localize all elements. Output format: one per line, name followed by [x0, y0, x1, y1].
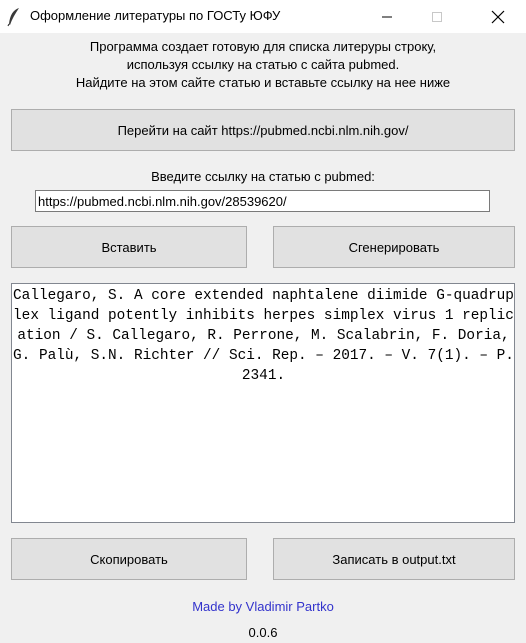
version-label: 0.0.6 [248, 625, 278, 640]
feather-icon [7, 8, 19, 27]
description-line: Программа создает готовую для списка лит… [89, 39, 437, 54]
description-line: Найдите на этом сайте статью и вставьте … [75, 75, 451, 90]
program-description: Программа создает готовую для списка лит… [0, 38, 526, 92]
author-credit: Made by Vladimir Partko [192, 599, 334, 614]
description-line: используя ссылку на статью с сайта pubme… [126, 57, 400, 72]
citation-text: Callegaro, S. A core extended naphtalene… [13, 288, 514, 384]
open-pubmed-button[interactable]: Перейти на сайт https://pubmed.ncbi.nlm.… [11, 109, 515, 151]
minimize-button[interactable] [364, 0, 410, 33]
paste-button[interactable]: Вставить [11, 226, 247, 268]
close-icon [491, 10, 505, 23]
close-button[interactable] [475, 0, 521, 33]
title-bar[interactable]: Оформление литературы по ГОСТу ЮФУ [0, 0, 526, 33]
write-output-button[interactable]: Записать в output.txt [273, 538, 515, 580]
minimize-icon [382, 16, 392, 17]
generate-button[interactable]: Сгенерировать [273, 226, 515, 268]
url-label: Введите ссылку на статью с pubmed: [151, 169, 375, 184]
maximize-icon [432, 11, 442, 22]
window-title: Оформление литературы по ГОСТу ЮФУ [30, 8, 281, 23]
maximize-button[interactable] [414, 0, 460, 33]
url-input[interactable] [35, 190, 490, 212]
copy-button[interactable]: Скопировать [11, 538, 247, 580]
output-textbox[interactable]: Callegaro, S. A core extended naphtalene… [11, 283, 515, 523]
